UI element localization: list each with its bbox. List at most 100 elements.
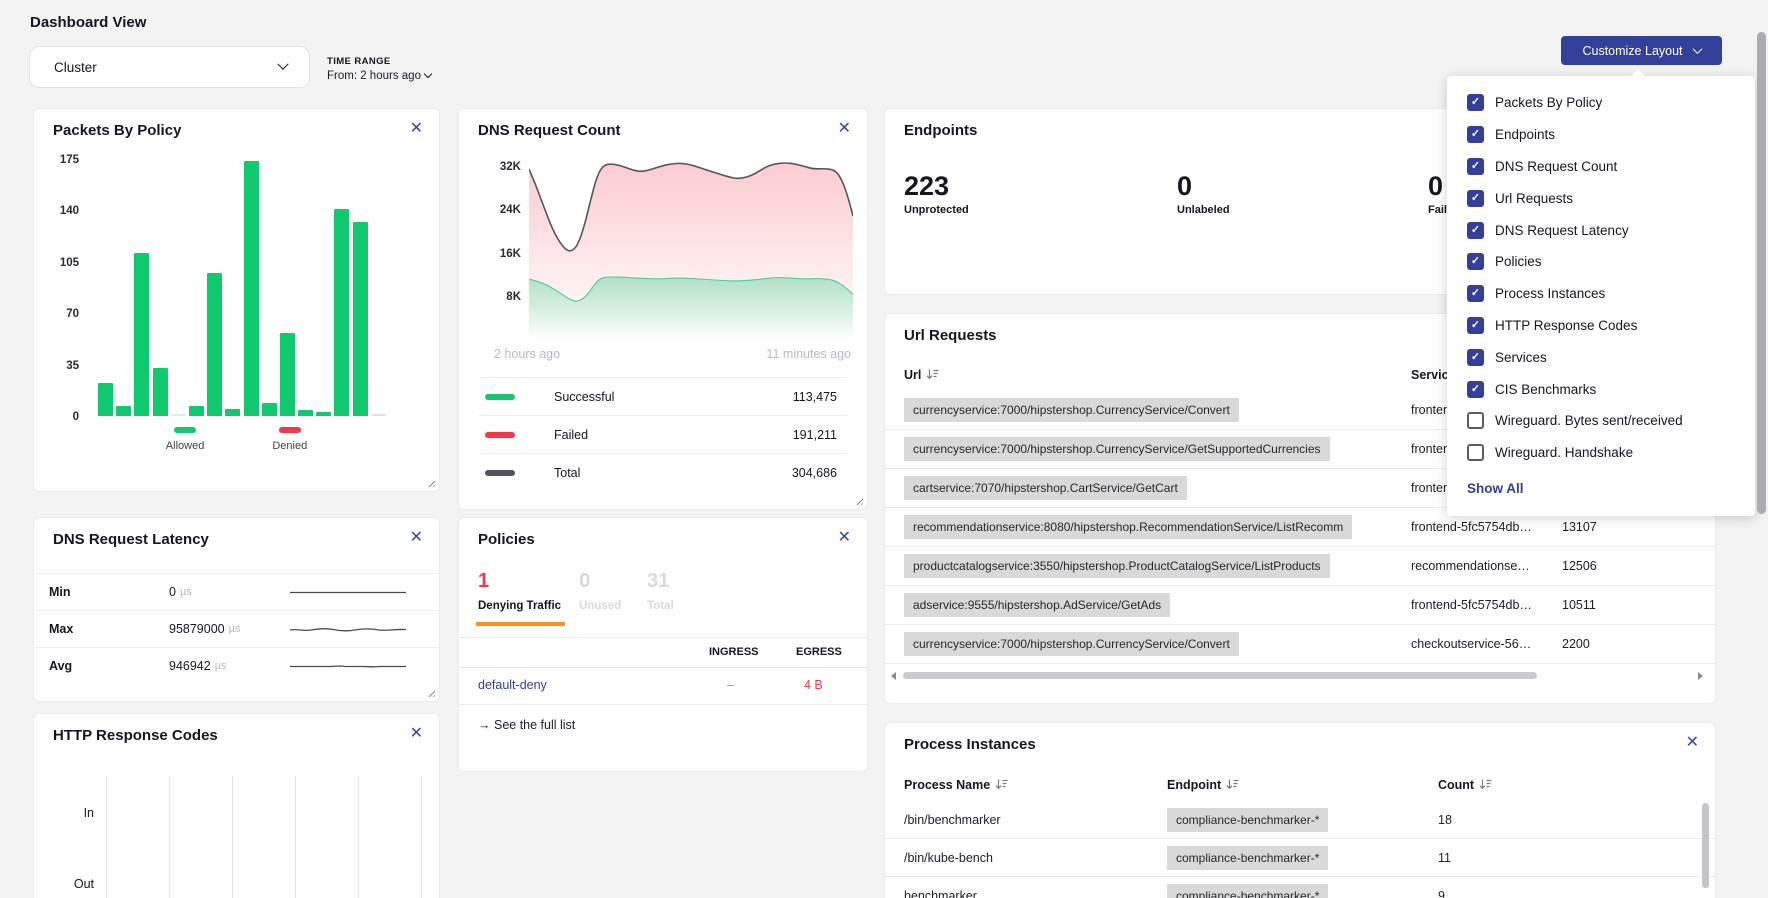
checkbox-icon[interactable]: [1467, 222, 1484, 239]
process-instances-card: Process Instances ✕ Process Name Endpoin…: [884, 722, 1716, 898]
column-header-count[interactable]: Count: [1438, 778, 1492, 794]
menu-item[interactable]: DNS Request Count: [1447, 151, 1755, 183]
time-range-label: TIME RANGE: [327, 56, 431, 67]
resize-handle-icon[interactable]: [426, 688, 435, 697]
bar-allowed: [262, 403, 277, 416]
close-icon[interactable]: ✕: [410, 530, 423, 546]
sort-icon[interactable]: [1226, 778, 1239, 794]
legend-item: Denied: [272, 427, 307, 452]
table-row[interactable]: /bin/benchmarker compliance-benchmarker-…: [885, 801, 1715, 839]
table-row[interactable]: currencyservice:7000/hipstershop.Currenc…: [885, 625, 1715, 664]
checkbox-icon[interactable]: [1467, 190, 1484, 207]
time-range-value[interactable]: From: 2 hours ago: [327, 70, 431, 82]
process-name-cell: benchmarker: [904, 889, 977, 898]
chart-legend: Successful 113,475 Failed 191,211 Total …: [479, 377, 847, 491]
latency-value: 946942: [169, 659, 211, 673]
table-row[interactable]: adservice:9555/hipstershop.AdService/Get…: [885, 586, 1715, 625]
chevron-down-icon: [424, 70, 432, 78]
menu-item[interactable]: CIS Benchmarks: [1447, 373, 1755, 405]
bar-allowed: [98, 383, 113, 417]
customize-layout-button[interactable]: Customize Layout: [1561, 36, 1722, 65]
legend-swatch-icon: [174, 427, 196, 433]
latency-row: Min 0 µs: [34, 573, 439, 610]
menu-item-label: HTTP Response Codes: [1495, 318, 1637, 333]
bar-allowed: [134, 253, 149, 416]
service-cell: frontend-5fc5754db…: [1411, 520, 1532, 534]
bar-allowed: [298, 410, 313, 416]
url-cell: currencyservice:7000/hipstershop.Currenc…: [904, 437, 1330, 461]
chart-legend: Allowed Denied: [34, 427, 439, 452]
gridline: [421, 776, 422, 898]
menu-item[interactable]: Url Requests: [1447, 182, 1755, 214]
card-title: Endpoints: [904, 122, 977, 139]
menu-item[interactable]: Services: [1447, 341, 1755, 373]
policies-tab[interactable]: 1 Denying Traffic: [478, 570, 561, 612]
column-header-endpoint[interactable]: Endpoint: [1167, 778, 1239, 794]
table-row[interactable]: /bin/kube-bench compliance-benchmarker-*…: [885, 839, 1715, 877]
close-icon[interactable]: ✕: [838, 530, 851, 546]
close-icon[interactable]: ✕: [410, 121, 423, 137]
scroll-right-icon[interactable]: [1698, 672, 1703, 680]
legend-swatch-icon: [485, 432, 515, 438]
close-icon[interactable]: ✕: [1686, 735, 1699, 751]
close-icon[interactable]: ✕: [410, 726, 423, 742]
menu-item[interactable]: Wireguard. Handshake: [1447, 437, 1755, 469]
policy-name-link[interactable]: default-deny: [478, 678, 547, 692]
scroll-left-icon[interactable]: [891, 672, 896, 680]
latency-unit: µs: [229, 623, 241, 635]
resize-handle-icon[interactable]: [854, 496, 863, 505]
y-axis: 17514010570350: [44, 154, 79, 423]
column-header-url[interactable]: Url: [904, 368, 939, 384]
menu-item[interactable]: Policies: [1447, 246, 1755, 278]
menu-item[interactable]: Endpoints: [1447, 119, 1755, 151]
vertical-scrollbar[interactable]: [1702, 803, 1709, 888]
resize-handle-icon[interactable]: [426, 478, 435, 487]
checkbox-icon[interactable]: [1467, 349, 1484, 366]
table-row[interactable]: benchmarker compliance-benchmarker-* 9: [885, 877, 1715, 898]
checkbox-icon[interactable]: [1467, 381, 1484, 398]
checkbox-icon[interactable]: [1467, 253, 1484, 270]
service-cell: recommendationse…: [1411, 559, 1530, 573]
legend-swatch-icon: [485, 394, 515, 400]
bar-chart: [98, 161, 390, 416]
menu-item[interactable]: Process Instances: [1447, 278, 1755, 310]
service-cell: checkoutservice-56…: [1411, 637, 1531, 651]
menu-item-label: Policies: [1495, 254, 1542, 269]
scrollbar-thumb[interactable]: [903, 672, 1537, 679]
checkbox-icon[interactable]: [1467, 285, 1484, 302]
checkbox-icon[interactable]: [1467, 412, 1484, 429]
checkbox-icon[interactable]: [1467, 444, 1484, 461]
view-select-value: Cluster: [54, 60, 97, 75]
column-header-process-name[interactable]: Process Name: [904, 778, 1008, 794]
page-scrollbar[interactable]: [1757, 32, 1766, 514]
y-tick-label: 32K: [477, 161, 521, 173]
bar-denied: [371, 414, 386, 416]
checkbox-icon[interactable]: [1467, 158, 1484, 175]
checkbox-icon[interactable]: [1467, 94, 1484, 111]
sort-icon[interactable]: [995, 778, 1008, 794]
checkbox-icon[interactable]: [1467, 317, 1484, 334]
checkbox-icon[interactable]: [1467, 126, 1484, 143]
bar-allowed: [316, 412, 331, 416]
menu-item[interactable]: Packets By Policy: [1447, 87, 1755, 119]
stat-value: 0: [1177, 171, 1230, 202]
menu-item[interactable]: Wireguard. Bytes sent/received: [1447, 405, 1755, 437]
table-row[interactable]: productcatalogservice:3550/hipstershop.P…: [885, 547, 1715, 586]
sort-icon[interactable]: [1479, 778, 1492, 794]
policies-tab[interactable]: 31 Total: [647, 570, 697, 612]
card-title: DNS Request Latency: [53, 531, 209, 548]
packets-by-policy-card: Packets By Policy ✕ 17514010570350 Allow…: [33, 108, 440, 492]
sparkline-chart: [289, 620, 407, 638]
show-all-link[interactable]: Show All: [1447, 469, 1755, 509]
policies-tab[interactable]: 0 Unused: [579, 570, 629, 612]
see-full-list-link[interactable]: → See the full list: [478, 718, 575, 732]
horizontal-scrollbar[interactable]: [901, 672, 1691, 679]
view-select[interactable]: Cluster: [29, 46, 310, 88]
menu-item[interactable]: HTTP Response Codes: [1447, 310, 1755, 342]
menu-item[interactable]: DNS Request Latency: [1447, 214, 1755, 246]
y-tick-label: 105: [44, 257, 79, 269]
close-icon[interactable]: ✕: [838, 121, 851, 137]
bar-allowed: [153, 368, 168, 416]
sort-icon[interactable]: [926, 368, 939, 384]
area-chart: [529, 156, 853, 341]
